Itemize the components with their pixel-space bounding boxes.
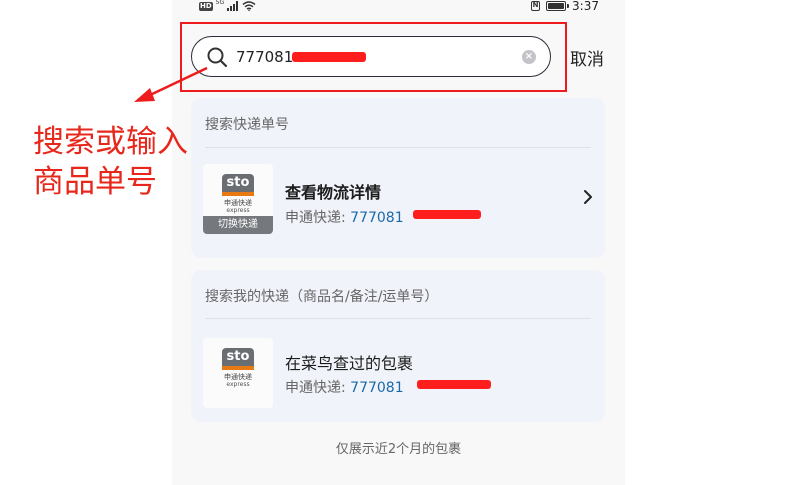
logo-name-en: express <box>226 207 250 214</box>
footer-note: 仅展示近2个月的包裹 <box>335 442 462 457</box>
search-express-card: 搜索快递单号 sto 申通快递 express 切换快递 查看物流详情 申通快递… <box>191 98 605 258</box>
logo-name-cn: 申通快递 <box>224 199 252 207</box>
signal-icon <box>227 1 239 11</box>
cainiao-package-title[interactable]: 在菜鸟查过的包裹 <box>285 350 413 374</box>
tracking-line: 申通快递: 777081 <box>285 377 404 397</box>
status-right: N 3:37 <box>531 0 599 12</box>
sto-logo[interactable]: sto 申通快递 express 切换快递 <box>203 164 273 234</box>
battery-icon <box>546 1 570 11</box>
sto-logo-bar <box>222 366 254 370</box>
sto-logo: sto 申通快递 express <box>203 338 273 408</box>
cancel-button[interactable]: 取消 <box>570 45 604 70</box>
divider <box>205 318 591 319</box>
search-my-packages-card: 搜索我的快递（商品名/备注/运单号） sto 申通快递 express 在菜鸟查… <box>191 270 605 422</box>
switch-carrier-button[interactable]: 切换快递 <box>203 216 273 234</box>
tracking-number: 777081 <box>350 380 404 396</box>
tracking-number: 777081 <box>350 210 404 226</box>
annotation-line-1: 搜索或输入 <box>33 124 188 160</box>
status-time: 3:37 <box>572 0 599 13</box>
logo-name-cn: 申通快递 <box>224 373 252 381</box>
hd-badge: HD <box>199 1 213 11</box>
view-logistics-title[interactable]: 查看物流详情 <box>285 179 381 203</box>
logo-name-en: express <box>226 381 250 388</box>
annotation-text: 搜索或输入 商品单号 <box>33 122 188 202</box>
tracking-line: 申通快递: 777081 <box>285 207 404 227</box>
redaction-mark <box>413 210 481 219</box>
sto-logo-bar <box>222 192 254 196</box>
status-left: HD 5G <box>199 0 256 12</box>
battery-level <box>548 3 565 9</box>
nfc-icon: N <box>531 1 541 11</box>
network-type: 5G <box>215 0 225 6</box>
carrier-label: 申通快递: <box>285 210 346 226</box>
chevron-right-icon[interactable] <box>583 189 593 205</box>
annotation-highlight-box <box>180 22 567 92</box>
card-title: 搜索我的快递（商品名/备注/运单号） <box>205 289 439 305</box>
card-title: 搜索快递单号 <box>205 117 289 133</box>
wifi-icon <box>242 1 256 11</box>
status-bar: HD 5G N 3:37 <box>172 0 625 14</box>
battery-tip <box>567 4 570 8</box>
annotation-line-2: 商品单号 <box>33 164 157 200</box>
divider <box>205 147 591 148</box>
carrier-label: 申通快递: <box>285 380 346 396</box>
redaction-mark <box>417 380 491 389</box>
screenshot: HD 5G N 3:37 777081 × 取消 搜索快递单号 sto 申通快递… <box>0 0 792 485</box>
